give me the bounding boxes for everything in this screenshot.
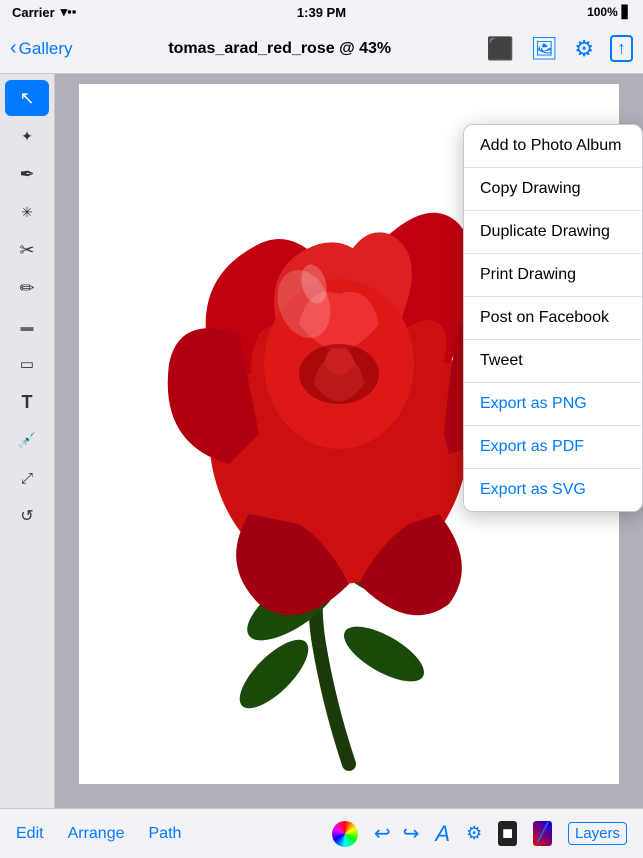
- gear-icon[interactable]: ⚙: [574, 36, 594, 62]
- nav-actions: ⬛ 🖼 ⚙ ↑: [487, 35, 633, 62]
- text-icon[interactable]: A: [435, 821, 450, 847]
- fill-icon[interactable]: ■: [498, 821, 517, 846]
- frame-icon[interactable]: ⬛: [487, 36, 514, 62]
- photo-icon[interactable]: 🖼: [530, 36, 558, 62]
- back-chevron-icon: ‹: [10, 37, 17, 60]
- menu-post-facebook[interactable]: Post on Facebook: [464, 297, 642, 340]
- tool-text[interactable]: T: [5, 384, 49, 420]
- layers-button[interactable]: Layers: [568, 822, 627, 845]
- battery-icon: ▋: [622, 5, 631, 19]
- tool-select[interactable]: ↖: [5, 80, 49, 116]
- nav-title: tomas_arad_red_rose @ 43%: [168, 40, 391, 58]
- bottom-bar: Edit Arrange Path ↩ ↪ A ⚙ ■ ╱ Layers: [0, 808, 643, 858]
- stroke-icon[interactable]: ╱: [533, 821, 552, 846]
- tool-zoom[interactable]: ⤢: [5, 460, 49, 496]
- battery-label: 100%: [587, 5, 618, 19]
- color-wheel-button[interactable]: [332, 821, 358, 847]
- tool-pen[interactable]: ✒: [5, 156, 49, 192]
- status-time: 1:39 PM: [297, 5, 346, 20]
- menu-duplicate-drawing[interactable]: Duplicate Drawing: [464, 211, 642, 254]
- status-right: 100% ▋: [587, 5, 631, 19]
- object-icon[interactable]: ⚙: [466, 823, 482, 844]
- status-bar: Carrier ▾▪▪ 1:39 PM 100% ▋: [0, 0, 643, 24]
- bottom-left: Edit Arrange Path: [16, 825, 181, 843]
- menu-add-photo[interactable]: Add to Photo Album: [464, 125, 642, 168]
- menu-tweet[interactable]: Tweet: [464, 340, 642, 383]
- edit-button[interactable]: Edit: [16, 825, 44, 843]
- tool-pencil[interactable]: ✏: [5, 270, 49, 306]
- menu-export-svg[interactable]: Export as SVG: [464, 469, 642, 511]
- menu-copy-drawing[interactable]: Copy Drawing: [464, 168, 642, 211]
- nav-bar: ‹ Gallery tomas_arad_red_rose @ 43% ⬛ 🖼 …: [0, 24, 643, 74]
- dropdown-menu: Add to Photo Album Copy Drawing Duplicat…: [463, 124, 643, 512]
- carrier-label: Carrier: [12, 5, 55, 20]
- menu-print-drawing[interactable]: Print Drawing: [464, 254, 642, 297]
- tool-rectangle[interactable]: ▭: [5, 346, 49, 382]
- menu-export-png[interactable]: Export as PNG: [464, 383, 642, 426]
- arrange-button[interactable]: Arrange: [68, 825, 125, 843]
- tool-node-select[interactable]: ✦: [5, 118, 49, 154]
- share-icon[interactable]: ↑: [610, 35, 633, 62]
- undo-button[interactable]: ↩: [374, 821, 391, 846]
- tool-eyedropper[interactable]: 💉: [5, 422, 49, 458]
- status-left: Carrier ▾▪▪: [12, 4, 76, 20]
- redo-button[interactable]: ↪: [403, 821, 420, 846]
- tool-scissors[interactable]: ✂: [5, 232, 49, 268]
- undo-redo-group: ↩ ↪: [374, 821, 420, 846]
- path-button[interactable]: Path: [149, 825, 182, 843]
- bottom-right: ↩ ↪ A ⚙ ■ ╱ Layers: [332, 821, 627, 847]
- tool-history[interactable]: ↺: [5, 498, 49, 534]
- tool-eraser[interactable]: ▬: [5, 308, 49, 344]
- menu-export-pdf[interactable]: Export as PDF: [464, 426, 642, 469]
- wifi-icon: ▾▪▪: [61, 4, 77, 20]
- toolbar: ↖ ✦ ✒ ✳ ✂ ✏ ▬ ▭ T 💉 ⤢ ↺: [0, 74, 55, 808]
- tool-node-edit[interactable]: ✳: [5, 194, 49, 230]
- main-area: ↖ ✦ ✒ ✳ ✂ ✏ ▬ ▭ T 💉 ⤢ ↺: [0, 74, 643, 808]
- back-label: Gallery: [19, 39, 73, 59]
- back-button[interactable]: ‹ Gallery: [10, 37, 73, 60]
